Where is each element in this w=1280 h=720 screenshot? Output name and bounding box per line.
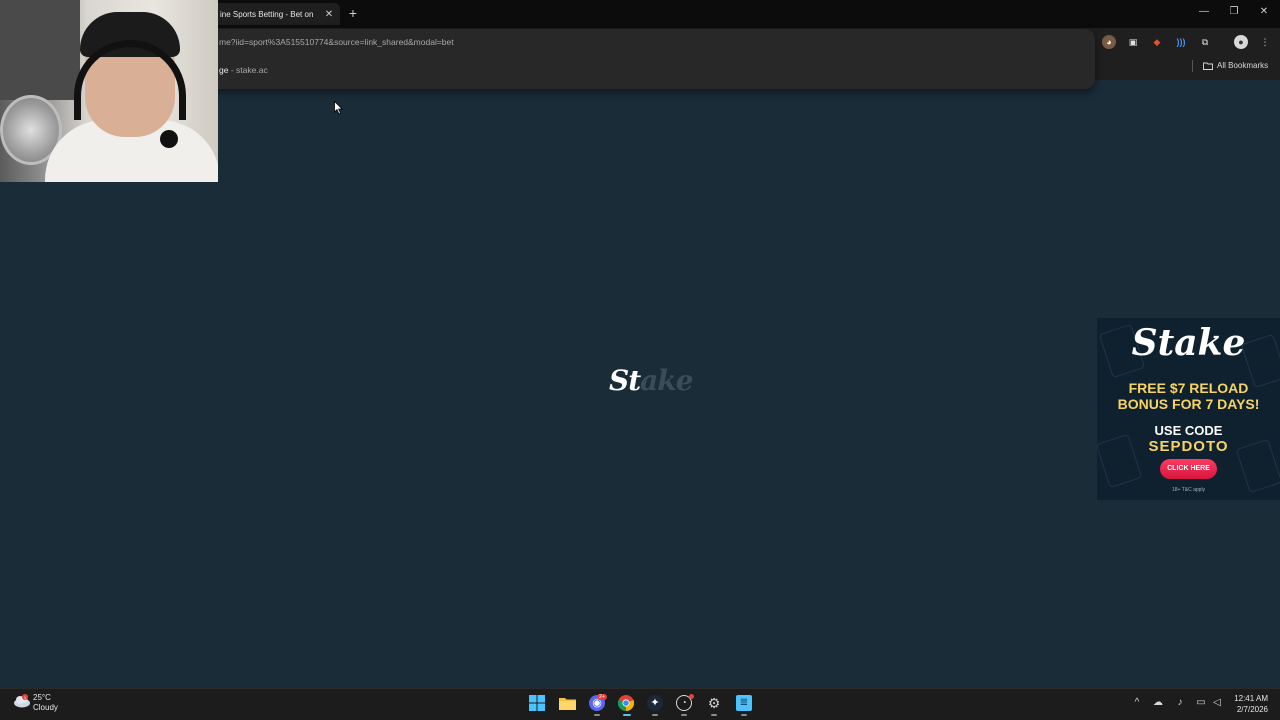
ad-promo-code: SEPDOTO <box>1148 438 1229 455</box>
close-window-button[interactable]: ✕ <box>1257 6 1271 17</box>
address-bar-url[interactable]: me?iid=sport%3A515510774&source=link_sha… <box>219 37 454 47</box>
weather-widget[interactable]: 25°C Cloudy <box>33 693 58 713</box>
browser-tab[interactable]: ine Sports Betting - Bet on ✕ <box>210 3 340 25</box>
suggestion-domain: - stake.ac <box>230 65 268 75</box>
folder-icon <box>1203 62 1213 70</box>
windows-start-icon[interactable] <box>529 695 545 711</box>
ad-click-here-button[interactable]: CLICK HERE <box>1160 459 1217 479</box>
tray-overflow-chevron-icon[interactable]: ^ <box>1130 697 1144 708</box>
clock-time: 12:41 AM <box>1234 694 1268 703</box>
extension-audio-icon[interactable]: ))) <box>1174 35 1188 49</box>
ad-offer-line2: BONUS FOR 7 DAYS! <box>1117 396 1260 412</box>
volume-icon[interactable]: ◁ <box>1210 697 1224 708</box>
steam-icon[interactable]: ✦ <box>647 695 663 711</box>
profile-avatar-icon[interactable]: ● <box>1234 35 1248 49</box>
restore-button[interactable]: ❐ <box>1227 6 1241 17</box>
new-tab-button[interactable]: + <box>347 5 359 21</box>
tray-app-icon[interactable]: ☁ <box>1151 697 1165 708</box>
all-bookmarks-label: All Bookmarks <box>1217 61 1269 70</box>
discord-running-indicator <box>594 714 600 716</box>
cloudy-weather-icon[interactable]: 1 <box>13 694 31 708</box>
extension-cat-icon[interactable]: ▣ <box>1126 35 1140 49</box>
loader-logo-faded: ake <box>640 364 693 397</box>
mouse-cursor-icon <box>334 101 344 115</box>
extension-monkey-icon[interactable]: ◕ <box>1102 35 1116 49</box>
ad-offer-line1: FREE $7 RELOAD <box>1128 380 1249 396</box>
settings-running-indicator <box>711 714 717 716</box>
windows-taskbar <box>0 688 1280 720</box>
file-explorer-icon[interactable] <box>559 696 576 710</box>
extension-fox-icon[interactable]: ◆ <box>1150 35 1164 49</box>
github-notification-dot <box>689 694 694 699</box>
tab-title: ine Sports Betting - Bet on <box>220 9 314 19</box>
weather-temp: 25°C <box>33 693 51 702</box>
notepad-running-indicator <box>741 714 747 716</box>
discord-badge: 2+ <box>597 694 607 700</box>
chrome-active-indicator <box>623 714 631 716</box>
webcam-microphone <box>160 130 178 148</box>
tab-close-icon[interactable]: ✕ <box>324 9 334 20</box>
ad-stake-logo: Stake <box>1131 322 1246 364</box>
taskbar-clock[interactable]: 12:41 AM 2/7/2026 <box>1226 693 1268 715</box>
chrome-icon[interactable] <box>618 695 634 711</box>
omnibox-suggestion[interactable]: ge - stake.ac <box>219 65 268 75</box>
stake-promo-ad[interactable]: Stake FREE $7 RELOAD BONUS FOR 7 DAYS! U… <box>1097 318 1280 500</box>
clock-date: 2/7/2026 <box>1236 705 1268 714</box>
stake-loading-logo: Stake <box>609 364 694 397</box>
minimize-button[interactable]: — <box>1197 6 1211 17</box>
menu-kebab-icon[interactable]: ⋮ <box>1258 35 1272 49</box>
notepad-icon[interactable]: ≣ <box>736 695 752 711</box>
webcam-background <box>0 0 80 100</box>
settings-gear-icon[interactable]: ⚙ <box>706 695 722 711</box>
steam-running-indicator <box>652 714 658 716</box>
loader-logo-main: St <box>609 364 641 397</box>
network-icon[interactable]: ▭ <box>1194 697 1208 708</box>
ad-offer-text: FREE $7 RELOAD BONUS FOR 7 DAYS! <box>1097 380 1280 412</box>
extensions-puzzle-icon[interactable]: ⧉ <box>1198 35 1212 49</box>
all-bookmarks-button[interactable]: All Bookmarks <box>1203 61 1268 70</box>
weather-condition: Cloudy <box>33 703 58 712</box>
github-running-indicator <box>681 714 687 716</box>
suggestion-text: ge <box>219 65 229 75</box>
webcam-overlay <box>0 0 218 182</box>
microphone-icon[interactable]: ♪ <box>1173 697 1187 708</box>
bookmarks-divider <box>1192 60 1193 72</box>
ad-use-code-label: USE CODE <box>1154 423 1223 438</box>
ad-terms: 18+ T&C apply <box>1171 487 1206 493</box>
